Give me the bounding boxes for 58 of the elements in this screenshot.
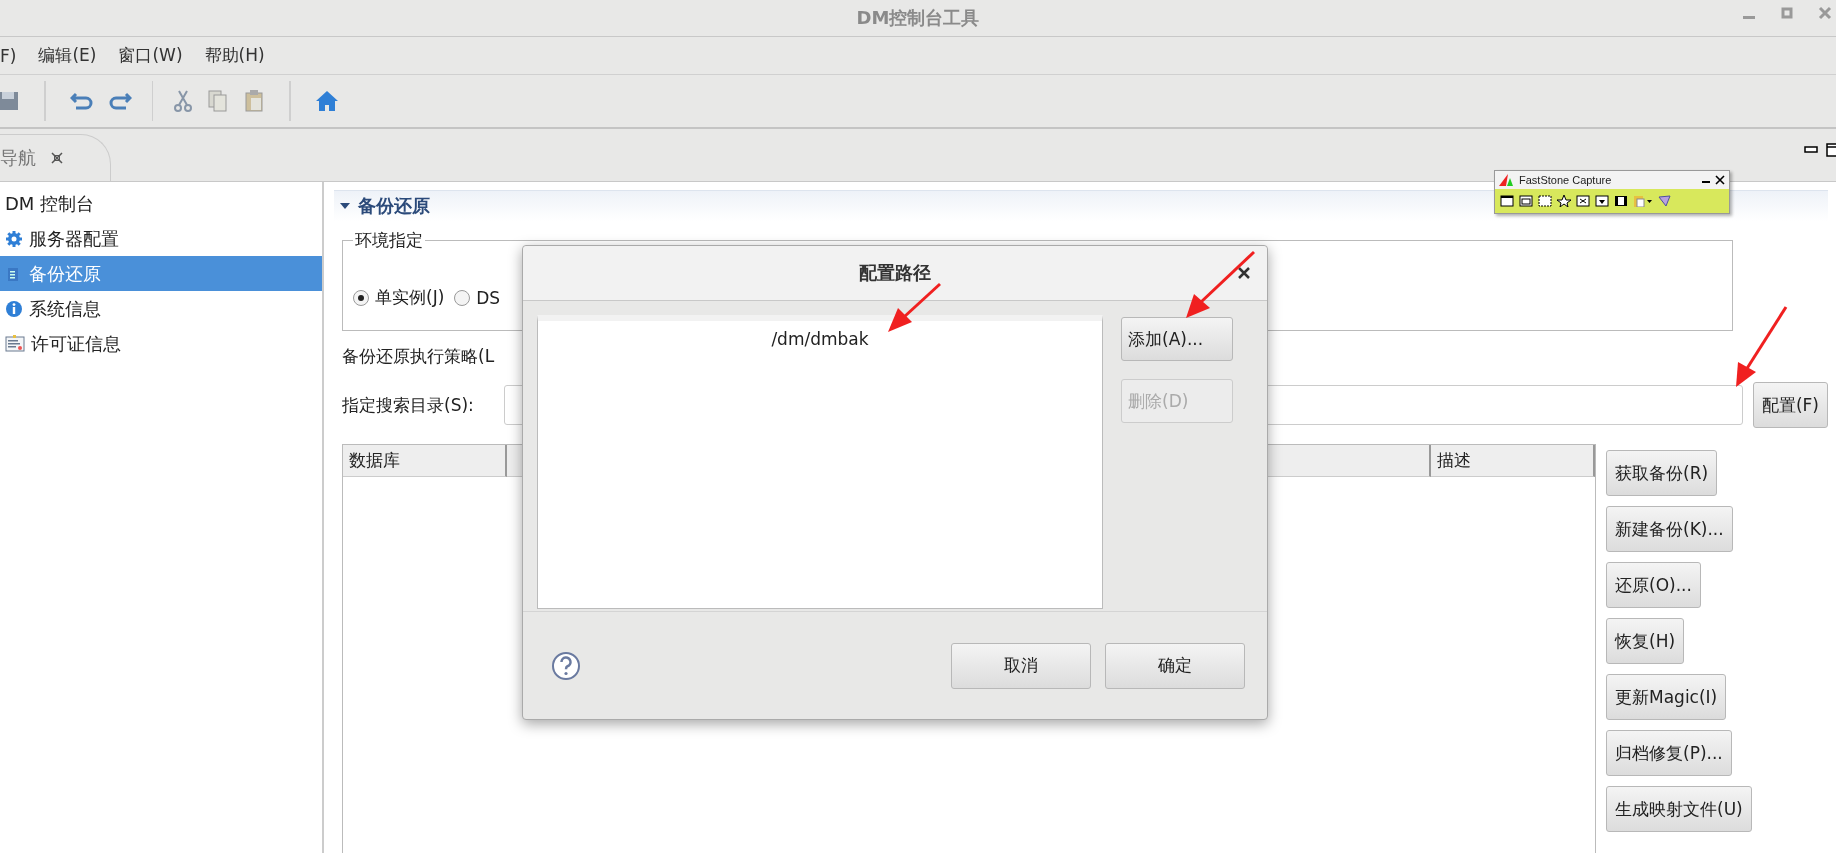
window-icon[interactable] (1500, 195, 1514, 207)
collapse-icon[interactable] (340, 202, 350, 210)
action-button[interactable]: 新建备份(K)... (1606, 506, 1733, 552)
gear-icon (5, 229, 23, 248)
maximize-icon[interactable] (1826, 143, 1836, 157)
scroll-icon[interactable] (1595, 195, 1609, 207)
action-button[interactable]: 还原(O)... (1606, 562, 1701, 608)
radio-button[interactable]: DS (454, 286, 501, 309)
action-button[interactable]: 归档修复(P)... (1606, 730, 1732, 776)
close-icon[interactable] (1715, 175, 1725, 185)
menu-item[interactable]: 编辑(E) (38, 44, 97, 67)
configure-button[interactable]: 配置(F) (1752, 382, 1828, 428)
add-button[interactable]: 添加(A)... (1121, 317, 1233, 361)
settings-icon[interactable] (1658, 195, 1672, 207)
navigator-tab[interactable]: 导航 (0, 134, 111, 181)
list-item[interactable]: /dm/dmbak (538, 329, 1102, 355)
menu-item[interactable]: F) (0, 45, 17, 66)
field-label: 指定搜索目录(S): (342, 393, 474, 417)
field-label: 备份还原执行策略(L (342, 345, 495, 368)
film-icon[interactable] (1614, 195, 1628, 207)
toolbar-title: FastStone Capture (1519, 174, 1613, 186)
radio-button[interactable]: 单实例(J) (353, 286, 445, 309)
ok-button[interactable]: 确定 (1105, 642, 1245, 689)
radio-icon[interactable] (353, 289, 369, 306)
arrow (888, 282, 941, 332)
action-button[interactable]: 生成映射文件(U) (1606, 786, 1752, 832)
fullscreen-icon[interactable] (1576, 195, 1590, 207)
tree-item[interactable]: 服务器配置 (0, 221, 322, 256)
cancel-button[interactable]: 取消 (951, 642, 1091, 689)
column-header[interactable]: 数据库 (343, 445, 507, 477)
column-header[interactable]: 描述 (1431, 445, 1595, 477)
logo-icon (1499, 174, 1515, 186)
home-icon[interactable] (315, 90, 339, 112)
tree-item[interactable]: DM 控制台 (0, 186, 322, 221)
action-button[interactable]: 恢复(H) (1606, 618, 1685, 664)
tree-item[interactable]: 许可证信息 (0, 326, 322, 361)
redo-icon[interactable] (108, 90, 132, 112)
group-title: 环境指定 (354, 229, 424, 252)
close-icon[interactable] (50, 151, 64, 165)
help-icon[interactable] (551, 650, 581, 681)
minimize-icon[interactable] (1804, 146, 1818, 154)
action-button[interactable]: 更新Magic(I) (1606, 674, 1727, 720)
certificate-icon (5, 334, 25, 353)
menu-item[interactable]: 帮助(H) (204, 44, 265, 67)
clipboard-icon[interactable] (1633, 195, 1653, 207)
tree-item[interactable]: 系统信息 (0, 291, 322, 326)
arrow (1186, 250, 1256, 318)
action-button[interactable]: 获取备份(R) (1606, 450, 1718, 496)
radio-icon[interactable] (454, 289, 471, 306)
undo-icon[interactable] (70, 90, 94, 112)
window-icon[interactable] (1519, 195, 1533, 207)
star-icon[interactable] (1557, 195, 1571, 207)
dialog-title: 配置路径 (859, 261, 931, 285)
menu-item[interactable]: 窗口(W) (118, 44, 183, 67)
close-icon[interactable] (1237, 266, 1251, 280)
window-title: DM控制台工具 (856, 6, 980, 30)
selection-icon[interactable] (1538, 195, 1552, 207)
info-icon (5, 299, 23, 318)
